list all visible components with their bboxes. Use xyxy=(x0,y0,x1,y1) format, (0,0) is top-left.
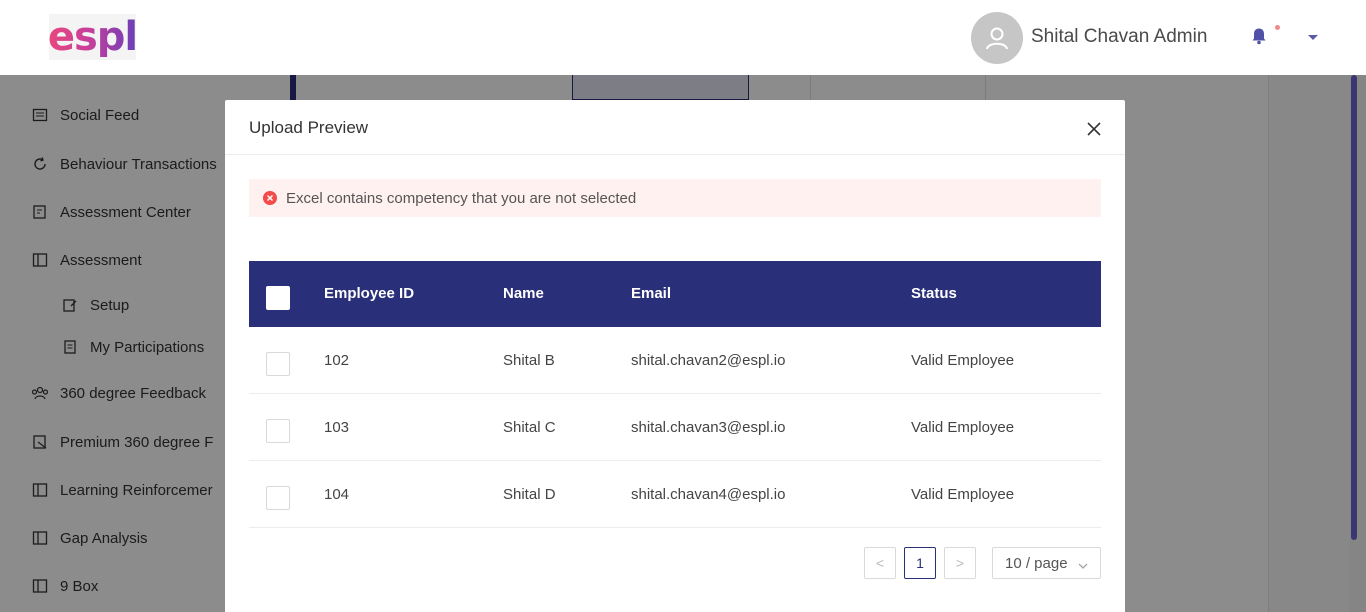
upload-preview-modal: Upload Preview Excel contains competency… xyxy=(225,100,1125,612)
column-header-employee-id[interactable]: Employee ID xyxy=(324,285,414,302)
modal-header: Upload Preview xyxy=(225,100,1125,155)
cell-status: Valid Employee xyxy=(911,486,1015,503)
row-checkbox[interactable] xyxy=(266,486,290,510)
row-checkbox[interactable] xyxy=(266,352,290,376)
cell-email: shital.chavan4@espl.io xyxy=(631,486,786,503)
error-icon xyxy=(263,191,277,205)
company-logo[interactable]: espl xyxy=(47,14,138,60)
row-checkbox[interactable] xyxy=(266,419,290,443)
column-header-email[interactable]: Email xyxy=(631,285,671,302)
cell-employee-id: 103 xyxy=(324,419,350,436)
cell-email: shital.chavan3@espl.io xyxy=(631,419,786,436)
cell-status: Valid Employee xyxy=(911,419,1015,436)
cell-name: Shital D xyxy=(503,486,556,503)
prev-page-button[interactable]: < xyxy=(864,547,896,579)
next-page-button[interactable]: > xyxy=(944,547,976,579)
user-icon xyxy=(986,27,1008,50)
avatar[interactable] xyxy=(971,12,1023,64)
select-all-checkbox[interactable] xyxy=(266,286,290,310)
table-header: Employee ID Name Email Status xyxy=(249,261,1101,327)
bell-icon[interactable] xyxy=(1250,27,1270,47)
table-row[interactable]: 103 Shital C shital.chavan3@espl.io Vali… xyxy=(249,394,1101,461)
error-alert: Excel contains competency that you are n… xyxy=(249,179,1101,217)
page-size-label: 10 / page xyxy=(1005,554,1068,572)
column-header-name[interactable]: Name xyxy=(503,285,544,302)
alert-message: Excel contains competency that you are n… xyxy=(286,189,637,207)
cell-email: shital.chavan2@espl.io xyxy=(631,352,786,369)
column-header-status[interactable]: Status xyxy=(911,285,957,302)
close-icon xyxy=(1087,122,1101,136)
cell-name: Shital B xyxy=(503,352,555,369)
cell-employee-id: 102 xyxy=(324,352,350,369)
close-button[interactable] xyxy=(1087,122,1103,138)
cell-status: Valid Employee xyxy=(911,352,1015,369)
table-row[interactable]: 102 Shital B shital.chavan2@espl.io Vali… xyxy=(249,327,1101,394)
chevron-down-icon xyxy=(1078,558,1088,575)
modal-title: Upload Preview xyxy=(249,118,369,137)
cell-name: Shital C xyxy=(503,419,556,436)
table-row[interactable]: 104 Shital D shital.chavan4@espl.io Vali… xyxy=(249,461,1101,528)
logo-text: espl xyxy=(47,14,138,60)
page-size-select[interactable]: 10 / page xyxy=(992,547,1101,579)
cell-employee-id: 104 xyxy=(324,486,350,503)
preview-table: Employee ID Name Email Status 102 Shital… xyxy=(249,261,1101,528)
top-header: espl Shital Chavan Admin xyxy=(0,0,1366,75)
page-1-button[interactable]: 1 xyxy=(904,547,936,579)
notification-dot xyxy=(1275,25,1280,30)
user-name[interactable]: Shital Chavan Admin xyxy=(1031,26,1207,48)
chevron-down-icon[interactable] xyxy=(1308,35,1318,40)
